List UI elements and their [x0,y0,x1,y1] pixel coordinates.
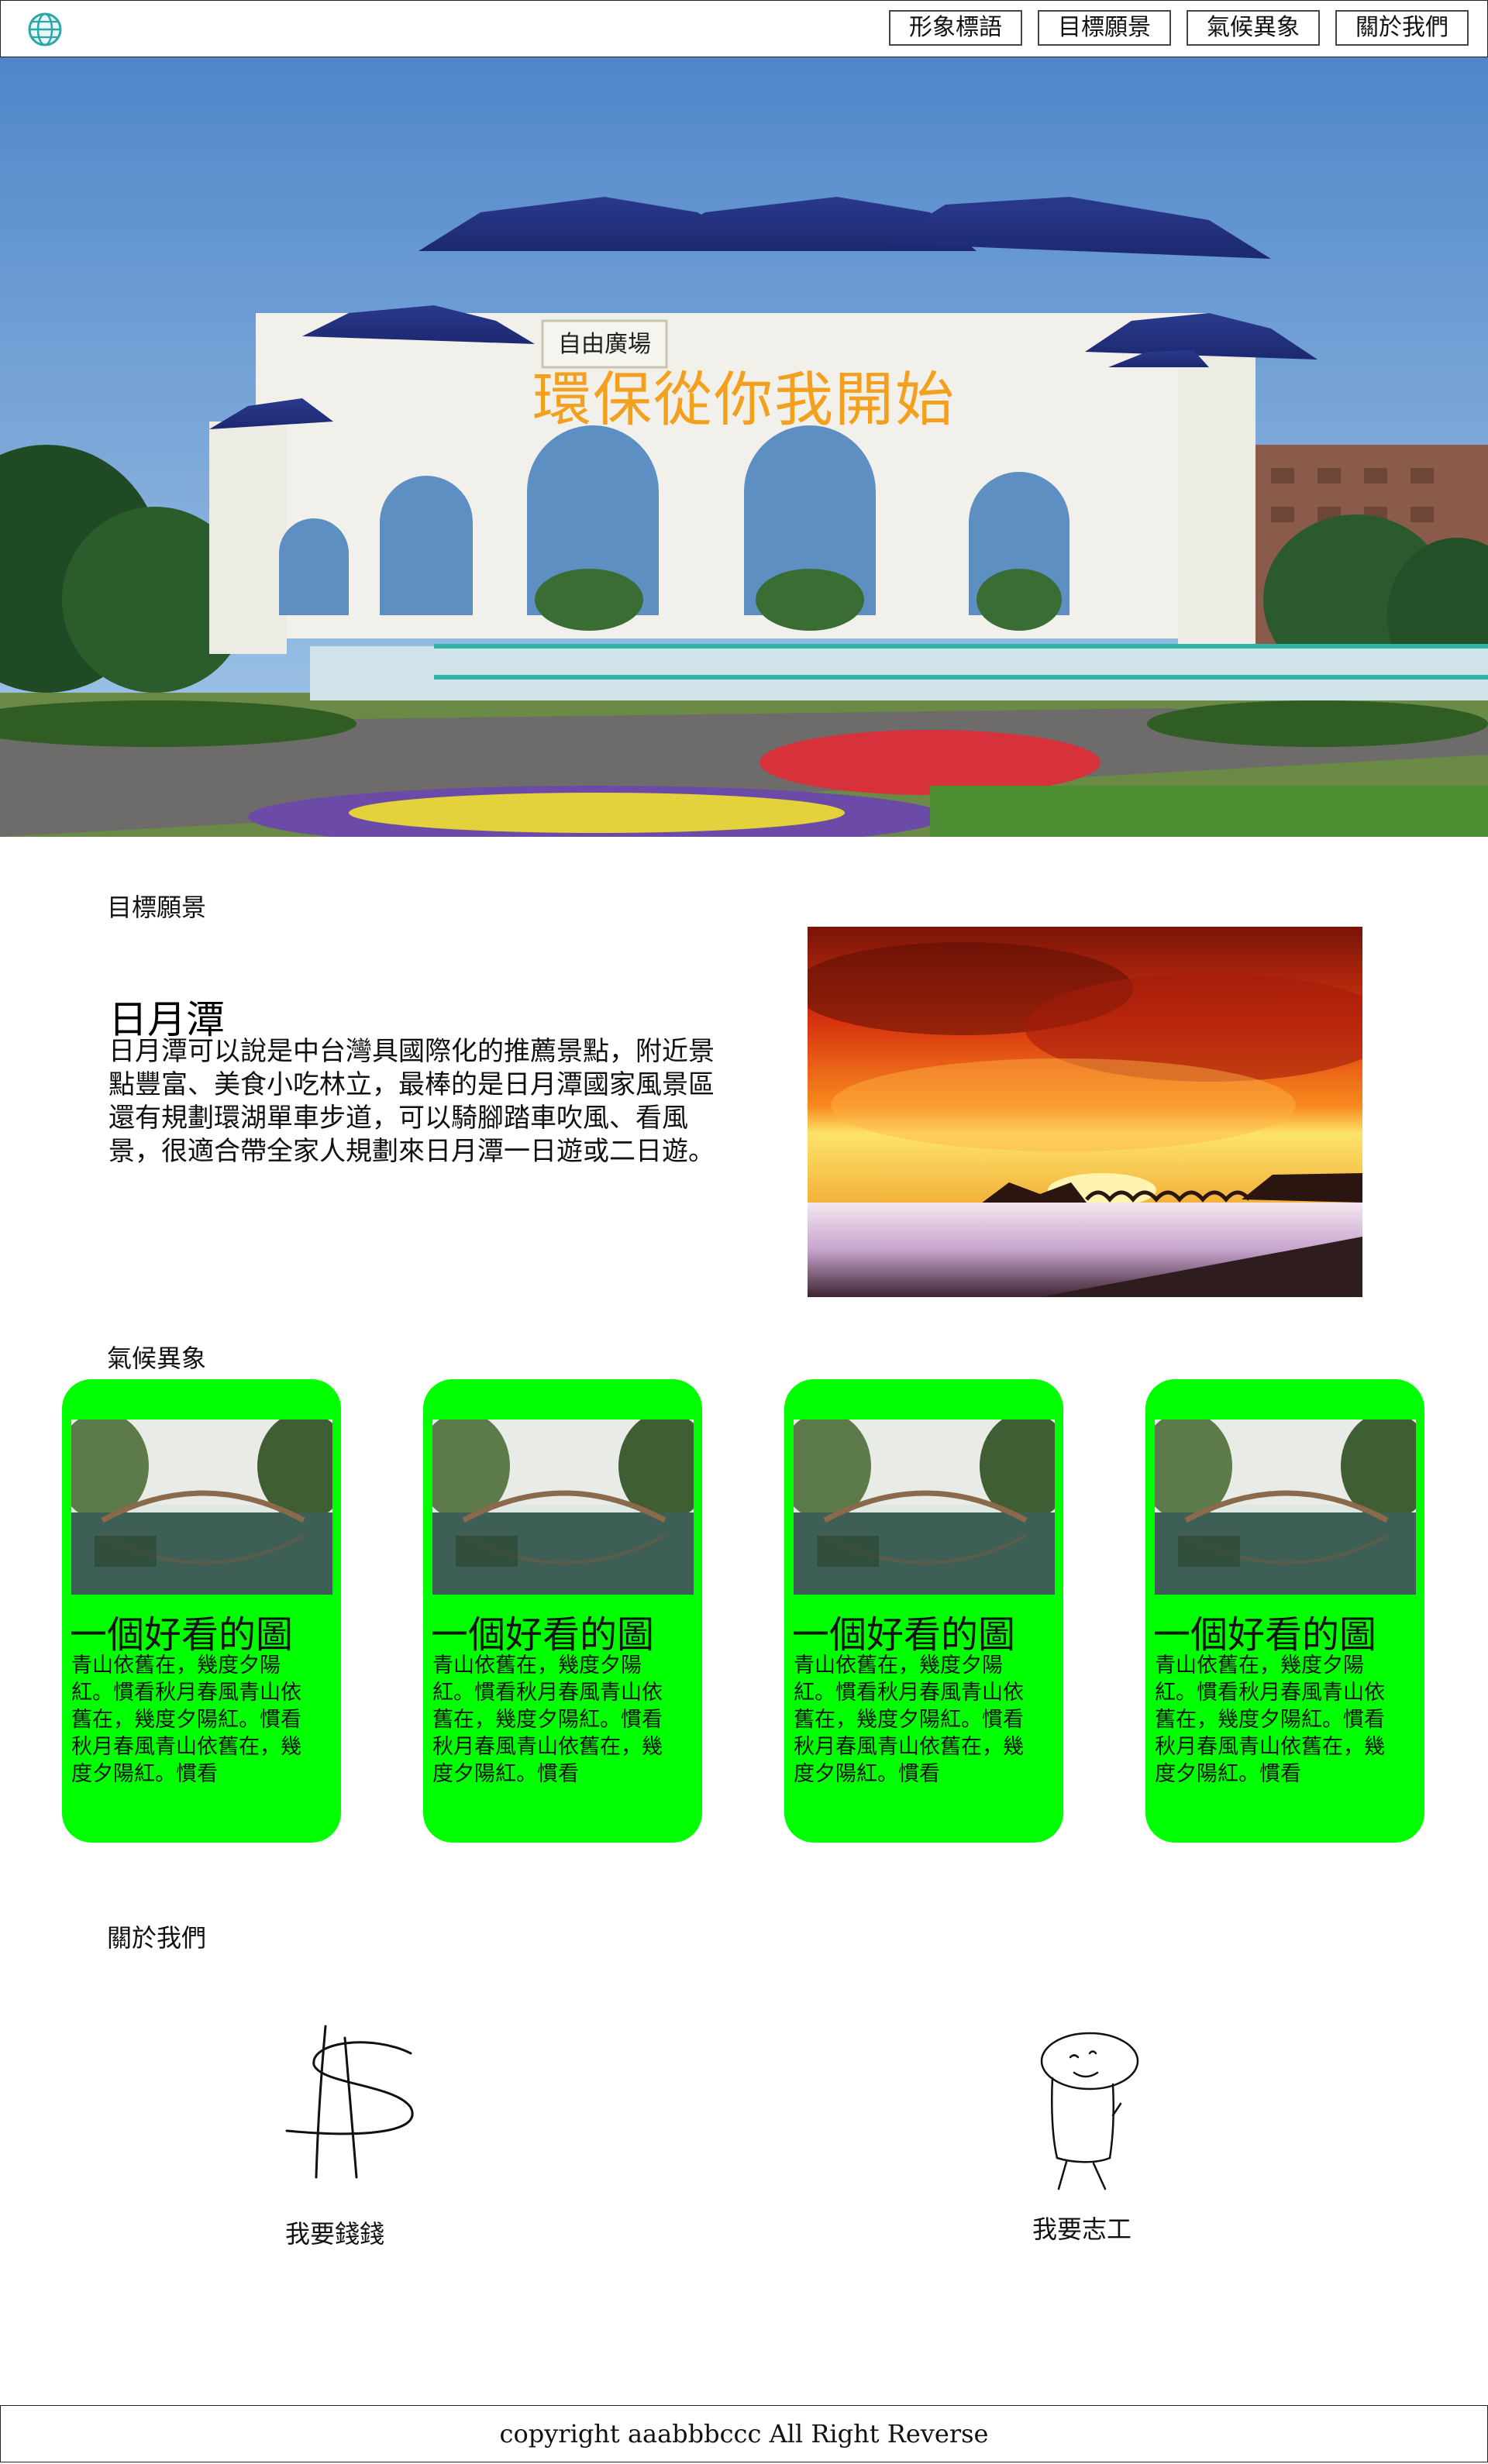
card-title: 一個好看的圖 [1153,1613,1377,1657]
bridge-pond-image [794,1420,1055,1595]
hero-title: 環保從你我開始 [532,365,956,434]
nav-vision-button[interactable]: 目標願景 [1038,10,1171,46]
volunteer-label[interactable]: 我要志工 [1032,2210,1132,2245]
section-title-about: 關於我們 [107,1923,207,1953]
section-title-vision: 目標願景 [107,893,207,922]
card-text: 青山依舊在，幾度夕陽紅。慣看秋月春風青山依舊在，幾度夕陽紅。慣看秋月春風青山依舊… [1155,1654,1385,1786]
climate-card[interactable]: 一個好看的圖 青山依舊在，幾度夕陽紅。慣看秋月春風青山依舊在，幾度夕陽紅。慣看秋… [62,1379,341,1843]
volunteer-figure-icon[interactable] [1035,2030,1144,2197]
bridge-pond-image [1155,1420,1416,1595]
goal-text: 日月潭可以說是中台灣具國際化的推薦景點，附近景點豐富、美食小吃林立，最棒的是日月… [108,1036,715,1167]
nav-slogan-button[interactable]: 形象標語 [889,10,1022,46]
card-title: 一個好看的圖 [792,1613,1016,1657]
card-text: 青山依舊在，幾度夕陽紅。慣看秋月春風青山依舊在，幾度夕陽紅。慣看秋月春風青山依舊… [71,1654,301,1786]
site-header: 形象標語 目標願景 氣候異象 關於我們 [0,0,1488,57]
card-text: 青山依舊在，幾度夕陽紅。慣看秋月春風青山依舊在，幾度夕陽紅。慣看秋月春風青山依舊… [794,1654,1024,1786]
section-title-climate: 氣候異象 [107,1344,207,1373]
bridge-pond-image [432,1420,694,1595]
main-nav: 形象標語 目標願景 氣候異象 關於我們 [889,10,1469,46]
bridge-pond-image [71,1420,332,1595]
card-title: 一個好看的圖 [431,1613,655,1657]
sunset-lake-image [808,927,1362,1297]
hero-gate-image: 自由廣場 [0,57,1488,837]
card-title: 一個好看的圖 [70,1613,294,1657]
card-text: 青山依舊在，幾度夕陽紅。慣看秋月春風青山依舊在，幾度夕陽紅。慣看秋月春風青山依舊… [432,1654,663,1786]
site-footer: copyright aaabbbccc All Right Reverse [0,2405,1488,2462]
donate-label[interactable]: 我要錢錢 [285,2215,384,2250]
climate-card[interactable]: 一個好看的圖 青山依舊在，幾度夕陽紅。慣看秋月春風青山依舊在，幾度夕陽紅。慣看秋… [784,1379,1063,1843]
climate-card[interactable]: 一個好看的圖 青山依舊在，幾度夕陽紅。慣看秋月春風青山依舊在，幾度夕陽紅。慣看秋… [1145,1379,1424,1843]
dollar-sign-icon[interactable] [279,2022,426,2185]
hero-banner: 自由廣場 環保從你我開始 [0,57,1488,837]
nav-about-button[interactable]: 關於我們 [1335,10,1469,46]
climate-card[interactable]: 一個好看的圖 青山依舊在，幾度夕陽紅。慣看秋月春風青山依舊在，幾度夕陽紅。慣看秋… [423,1379,702,1843]
globe-icon[interactable] [27,12,63,47]
nav-climate-button[interactable]: 氣候異象 [1187,10,1320,46]
